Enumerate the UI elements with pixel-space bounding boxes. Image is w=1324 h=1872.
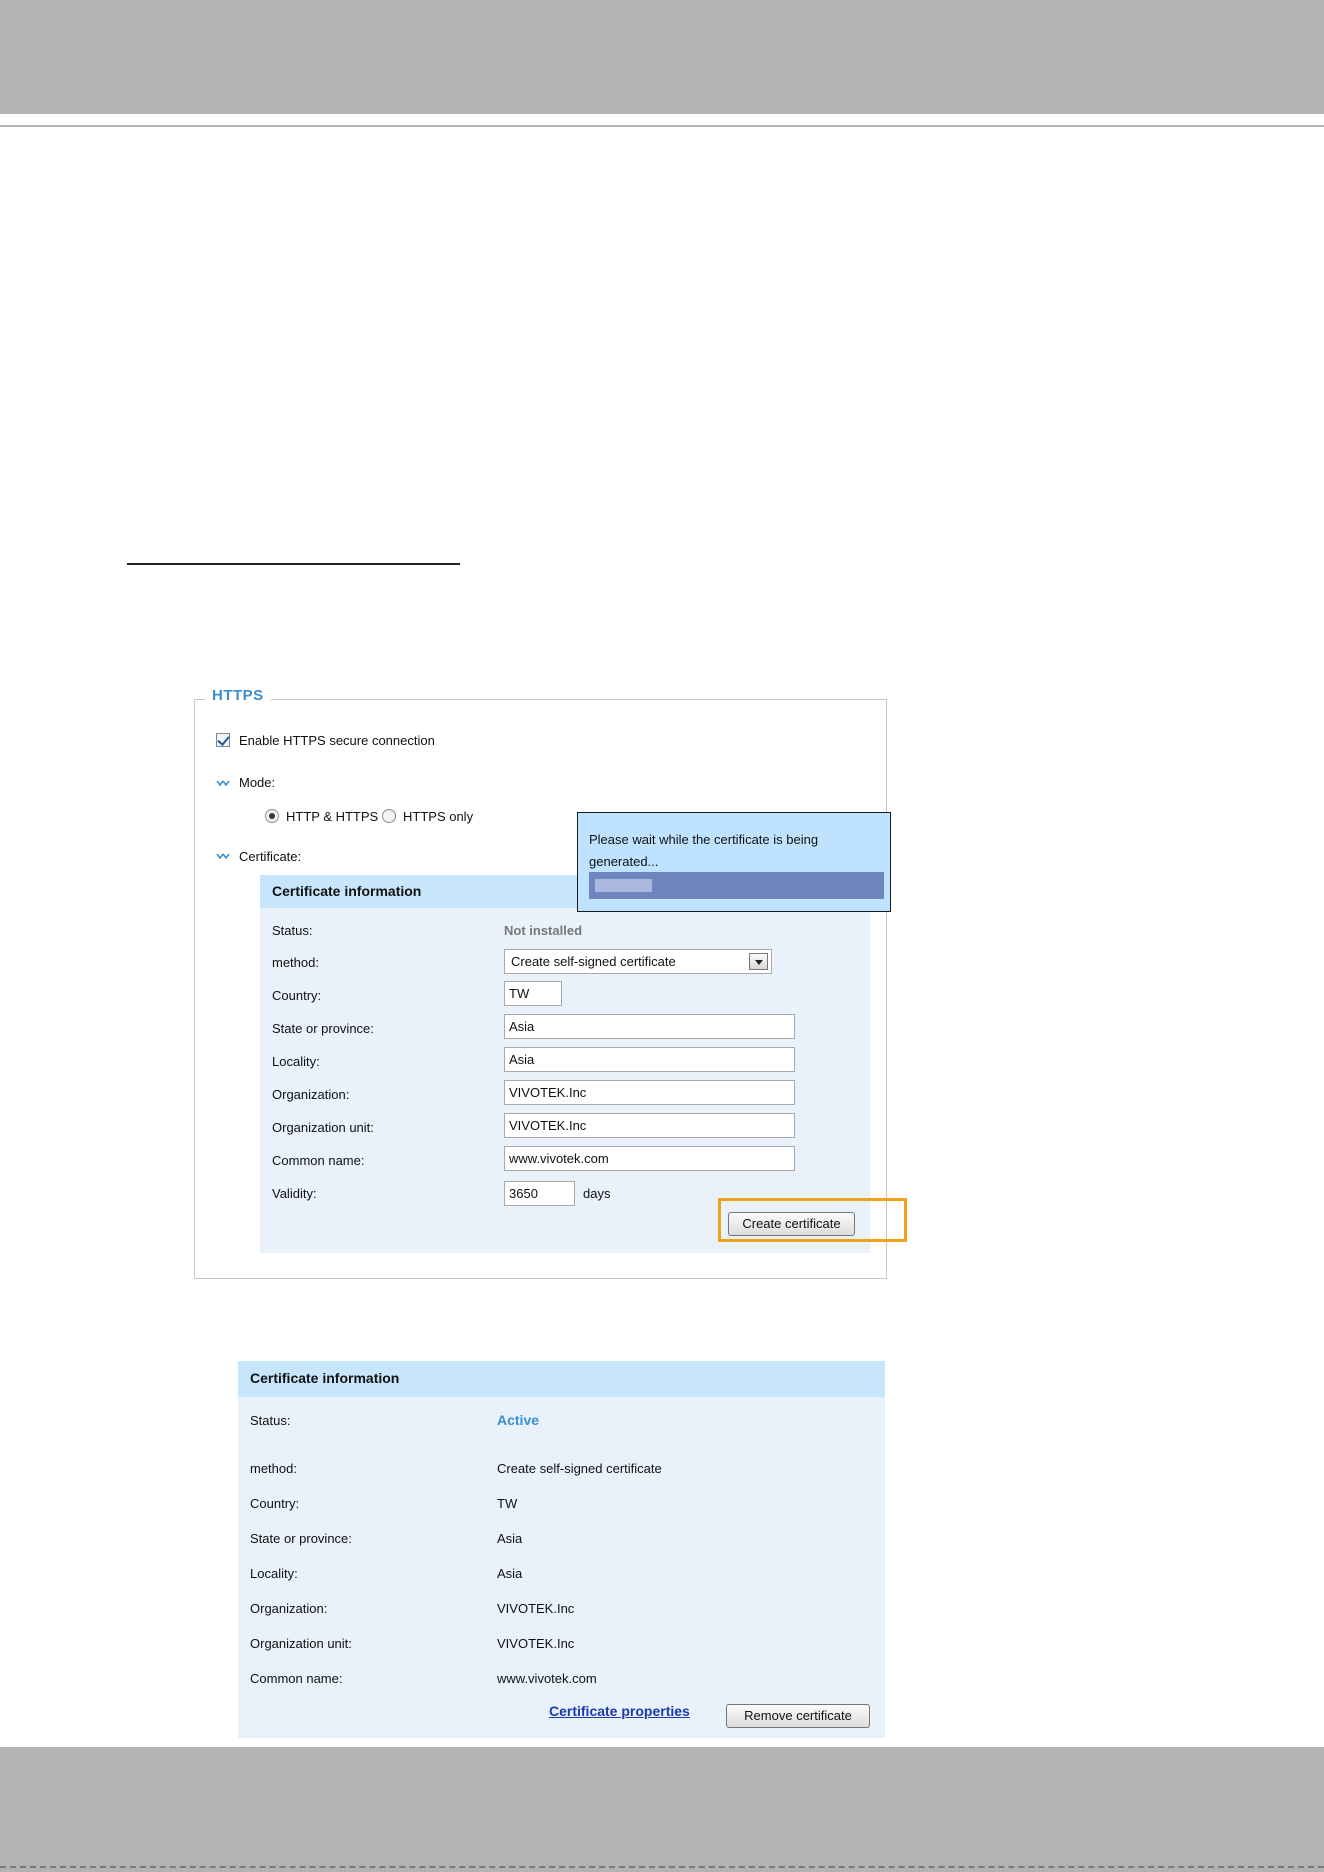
section-rule	[127, 563, 460, 565]
top-band	[0, 0, 1324, 114]
method-select[interactable]: Create self-signed certificate	[504, 949, 772, 974]
organization-unit-field[interactable]: VIVOTEK.Inc	[504, 1113, 795, 1138]
certificate-info-title: Certificate information	[272, 883, 422, 899]
result-locality-label: Locality:	[250, 1566, 298, 1581]
enable-https-checkbox[interactable]	[216, 733, 230, 747]
validity-field[interactable]: 3650	[504, 1181, 575, 1206]
bottom-band	[0, 1747, 1324, 1872]
remove-certificate-button[interactable]: Remove certificate	[726, 1704, 870, 1728]
dropdown-arrow-icon[interactable]	[749, 953, 768, 970]
status-value: Not installed	[504, 923, 583, 938]
result-method-value: Create self-signed certificate	[497, 1461, 662, 1476]
bottom-dashed-line	[0, 1866, 1324, 1868]
method-select-value: Create self-signed certificate	[511, 954, 676, 969]
validity-label: Validity:	[272, 1186, 317, 1201]
progress-bar	[589, 872, 884, 899]
mode-option-http-https: HTTP & HTTPS	[286, 809, 379, 824]
mode-option-https-only: HTTPS only	[403, 809, 474, 824]
certificate-label: Certificate:	[239, 849, 302, 864]
method-label: method:	[272, 955, 319, 970]
result-country-label: Country:	[250, 1496, 300, 1511]
locality-label: Locality:	[272, 1054, 320, 1069]
result-state-label: State or province:	[250, 1531, 352, 1546]
country-label: Country:	[272, 988, 322, 1003]
result-locality-value: Asia	[497, 1566, 523, 1581]
country-field[interactable]: TW	[504, 981, 562, 1006]
mode-radio-http-https[interactable]	[265, 809, 279, 823]
organization-label: Organization:	[272, 1087, 350, 1102]
result-status-value: Active	[497, 1412, 540, 1428]
mode-radio-https-only[interactable]	[382, 809, 396, 823]
status-label: Status:	[272, 923, 313, 938]
progress-fill	[595, 879, 652, 892]
certificate-properties-link[interactable]: Certificate properties	[549, 1703, 690, 1719]
state-field[interactable]: Asia	[504, 1014, 795, 1039]
result-organization-unit-value: VIVOTEK.Inc	[497, 1636, 575, 1651]
result-state-value: Asia	[497, 1531, 523, 1546]
result-method-label: method:	[250, 1461, 297, 1476]
organization-unit-label: Organization unit:	[272, 1120, 374, 1135]
generating-popup: Please wait while the certificate is bei…	[577, 812, 891, 912]
common-name-field[interactable]: www.vivotek.com	[504, 1146, 795, 1171]
header-rule	[0, 125, 1324, 127]
result-country-value: TW	[497, 1496, 518, 1511]
certificate-result-title: Certificate information	[250, 1370, 400, 1386]
chevron-down-icon	[216, 853, 230, 860]
https-legend: HTTPS	[205, 687, 271, 704]
result-organization-unit-label: Organization unit:	[250, 1636, 352, 1651]
create-certificate-highlight	[718, 1198, 907, 1242]
result-common-name-value: www.vivotek.com	[497, 1671, 597, 1686]
enable-https-label: Enable HTTPS secure connection	[239, 733, 435, 748]
certificate-result-header: Certificate information	[238, 1361, 885, 1397]
result-status-label: Status:	[250, 1413, 291, 1428]
chevron-down-icon	[216, 780, 230, 787]
result-organization-label: Organization:	[250, 1601, 328, 1616]
popup-message: Please wait while the certificate is bei…	[589, 832, 819, 869]
certificate-info-panel: Certificate information Status: Not inst…	[260, 875, 870, 1253]
locality-field[interactable]: Asia	[504, 1047, 795, 1072]
state-label: State or province:	[272, 1021, 374, 1036]
result-organization-value: VIVOTEK.Inc	[497, 1601, 575, 1616]
https-fieldset: HTTPS Enable HTTPS secure connection Mod…	[194, 687, 907, 1279]
common-name-label: Common name:	[272, 1153, 365, 1168]
organization-field[interactable]: VIVOTEK.Inc	[504, 1080, 795, 1105]
mode-label: Mode:	[239, 775, 276, 790]
result-common-name-label: Common name:	[250, 1671, 343, 1686]
certificate-result-panel: Certificate information Status: Active m…	[238, 1361, 885, 1738]
validity-unit: days	[583, 1186, 611, 1201]
